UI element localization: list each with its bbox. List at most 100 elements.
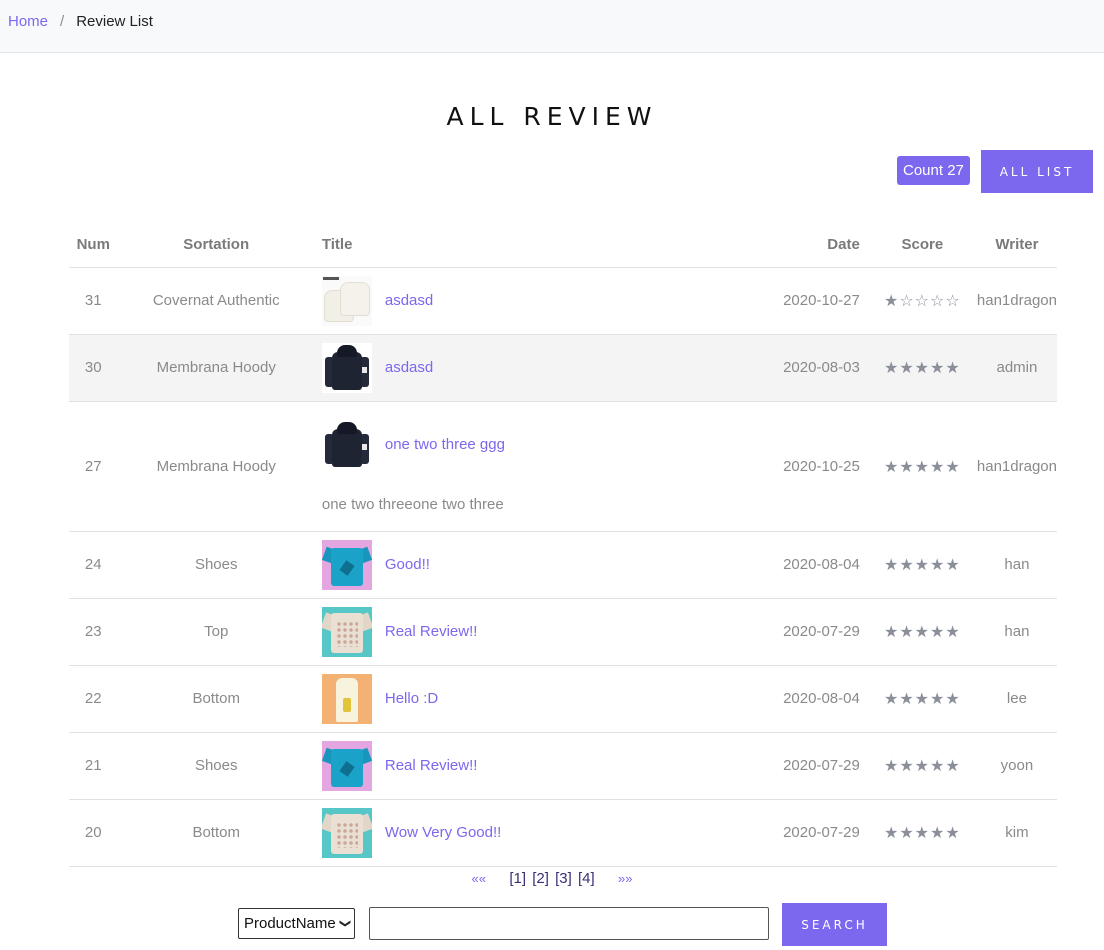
cell-title: Wow Very Good!!	[314, 799, 703, 867]
header-num: Num	[69, 222, 118, 268]
search-type-value: ProductName	[244, 915, 336, 932]
cell-date: 2020-07-29	[702, 598, 868, 666]
review-title-link[interactable]: Hello :D	[385, 690, 438, 707]
cell-writer: han1dragon	[976, 267, 1057, 335]
cell-score: ★★★★★	[867, 401, 977, 532]
review-table: Num Sortation Title Date Score Writer 31…	[69, 222, 1057, 867]
breadcrumb-home-link[interactable]: Home	[8, 13, 48, 30]
table-row: 30 Membrana Hoody asdasd 2020-08-03 ★★★★…	[69, 334, 1057, 402]
cell-num: 20	[69, 799, 118, 867]
pagination-page-3[interactable]: [3]	[555, 870, 572, 887]
cell-num: 23	[69, 598, 118, 666]
header-date: Date	[702, 222, 868, 268]
dark-hoody-thumb[interactable]	[321, 419, 372, 470]
breadcrumb-separator: /	[60, 13, 65, 30]
header-sortation: Sortation	[117, 222, 315, 268]
cell-num: 21	[69, 732, 118, 800]
count-badge: Count 27	[897, 156, 970, 185]
star-rating: ★☆☆☆☆	[883, 291, 961, 310]
cell-num: 31	[69, 267, 118, 335]
dark-hoody-thumb[interactable]	[321, 342, 372, 393]
cell-sortation: Shoes	[117, 732, 315, 800]
cell-date: 2020-10-25	[702, 401, 868, 532]
breadcrumb-current: Review List	[76, 13, 153, 30]
pagination-page-4[interactable]: [4]	[578, 870, 595, 887]
pagination-prev[interactable]: ««	[472, 871, 486, 886]
cell-score: ★★★★★	[867, 665, 977, 733]
cell-score: ★☆☆☆☆	[867, 267, 977, 335]
table-row: 23 Top Real Review!! 2020-07-29 ★★★★★ ha…	[69, 598, 1057, 666]
cell-title: Good!!	[314, 531, 703, 599]
header-writer: Writer	[976, 222, 1057, 268]
cell-writer: yoon	[976, 732, 1057, 800]
review-title-link[interactable]: Good!!	[385, 556, 430, 573]
search-button[interactable]: SEARCH	[782, 903, 887, 946]
review-title-link[interactable]: one two three ggg	[385, 436, 505, 453]
page-title: ALL REVIEW	[446, 102, 658, 131]
cell-title: asdasd	[314, 334, 703, 402]
cell-date: 2020-08-04	[702, 665, 868, 733]
cell-sortation: Shoes	[117, 531, 315, 599]
cell-writer: lee	[976, 665, 1057, 733]
chevron-down-icon: ❯	[338, 918, 351, 929]
cell-sortation: Bottom	[117, 665, 315, 733]
search-type-select[interactable]: ProductName ❯	[238, 908, 355, 939]
header-score: Score	[867, 222, 977, 268]
cell-writer: admin	[976, 334, 1057, 402]
star-rating: ★★★★★	[883, 756, 961, 775]
table-row: 20 Bottom Wow Very Good!! 2020-07-29 ★★★…	[69, 799, 1057, 867]
cell-title: Real Review!!	[314, 732, 703, 800]
star-rating: ★★★★★	[883, 358, 961, 377]
cell-sortation: Membrana Hoody	[117, 334, 315, 402]
all-list-button[interactable]: ALL LIST	[981, 150, 1093, 193]
pagination-page-2[interactable]: [2]	[532, 870, 549, 887]
cell-writer: han	[976, 531, 1057, 599]
review-content: one two threeone two three	[321, 495, 504, 513]
table-header-row: Num Sortation Title Date Score Writer	[69, 222, 1057, 268]
review-title-link[interactable]: Real Review!!	[385, 757, 478, 774]
cell-num: 27	[69, 401, 118, 532]
cell-num: 24	[69, 531, 118, 599]
cell-sortation: Covernat Authentic	[117, 267, 315, 335]
cell-score: ★★★★★	[867, 598, 977, 666]
cell-score: ★★★★★	[867, 334, 977, 402]
breadcrumb-bar: Home / Review List	[0, 0, 1104, 53]
blue-shirt-thumb[interactable]	[321, 740, 372, 791]
cell-date: 2020-10-27	[702, 267, 868, 335]
review-title-link[interactable]: asdasd	[385, 359, 433, 376]
cell-writer: han	[976, 598, 1057, 666]
white-jacket-thumb[interactable]	[321, 275, 372, 326]
beige-shirt-thumb[interactable]	[321, 807, 372, 858]
star-rating: ★★★★★	[883, 689, 961, 708]
review-title-link[interactable]: Wow Very Good!!	[385, 824, 501, 841]
pagination: «« [1] [2] [3] [4] »»	[0, 870, 1104, 887]
search-input[interactable]	[369, 907, 769, 940]
pagination-page-1[interactable]: [1]	[509, 870, 526, 887]
cell-date: 2020-07-29	[702, 732, 868, 800]
tank-top-thumb[interactable]	[321, 673, 372, 724]
cell-date: 2020-07-29	[702, 799, 868, 867]
table-row: 24 Shoes Good!! 2020-08-04 ★★★★★ han	[69, 531, 1057, 599]
cell-date: 2020-08-03	[702, 334, 868, 402]
cell-title: one two three ggg one two threeone two t…	[314, 401, 703, 532]
beige-shirt-thumb[interactable]	[321, 606, 372, 657]
cell-date: 2020-08-04	[702, 531, 868, 599]
breadcrumb: Home / Review List	[8, 13, 153, 30]
cell-score: ★★★★★	[867, 531, 977, 599]
cell-sortation: Membrana Hoody	[117, 401, 315, 532]
star-rating: ★★★★★	[883, 622, 961, 641]
review-title-link[interactable]: asdasd	[385, 292, 433, 309]
blue-shirt-thumb[interactable]	[321, 539, 372, 590]
cell-score: ★★★★★	[867, 799, 977, 867]
cell-title: asdasd	[314, 267, 703, 335]
cell-num: 30	[69, 334, 118, 402]
star-rating: ★★★★★	[883, 823, 961, 842]
cell-title: Hello :D	[314, 665, 703, 733]
pagination-next[interactable]: »»	[618, 871, 632, 886]
table-row: 21 Shoes Real Review!! 2020-07-29 ★★★★★ …	[69, 732, 1057, 800]
cell-num: 22	[69, 665, 118, 733]
cell-writer: han1dragon	[976, 401, 1057, 532]
star-rating: ★★★★★	[883, 456, 961, 476]
review-title-link[interactable]: Real Review!!	[385, 623, 478, 640]
cell-sortation: Bottom	[117, 799, 315, 867]
